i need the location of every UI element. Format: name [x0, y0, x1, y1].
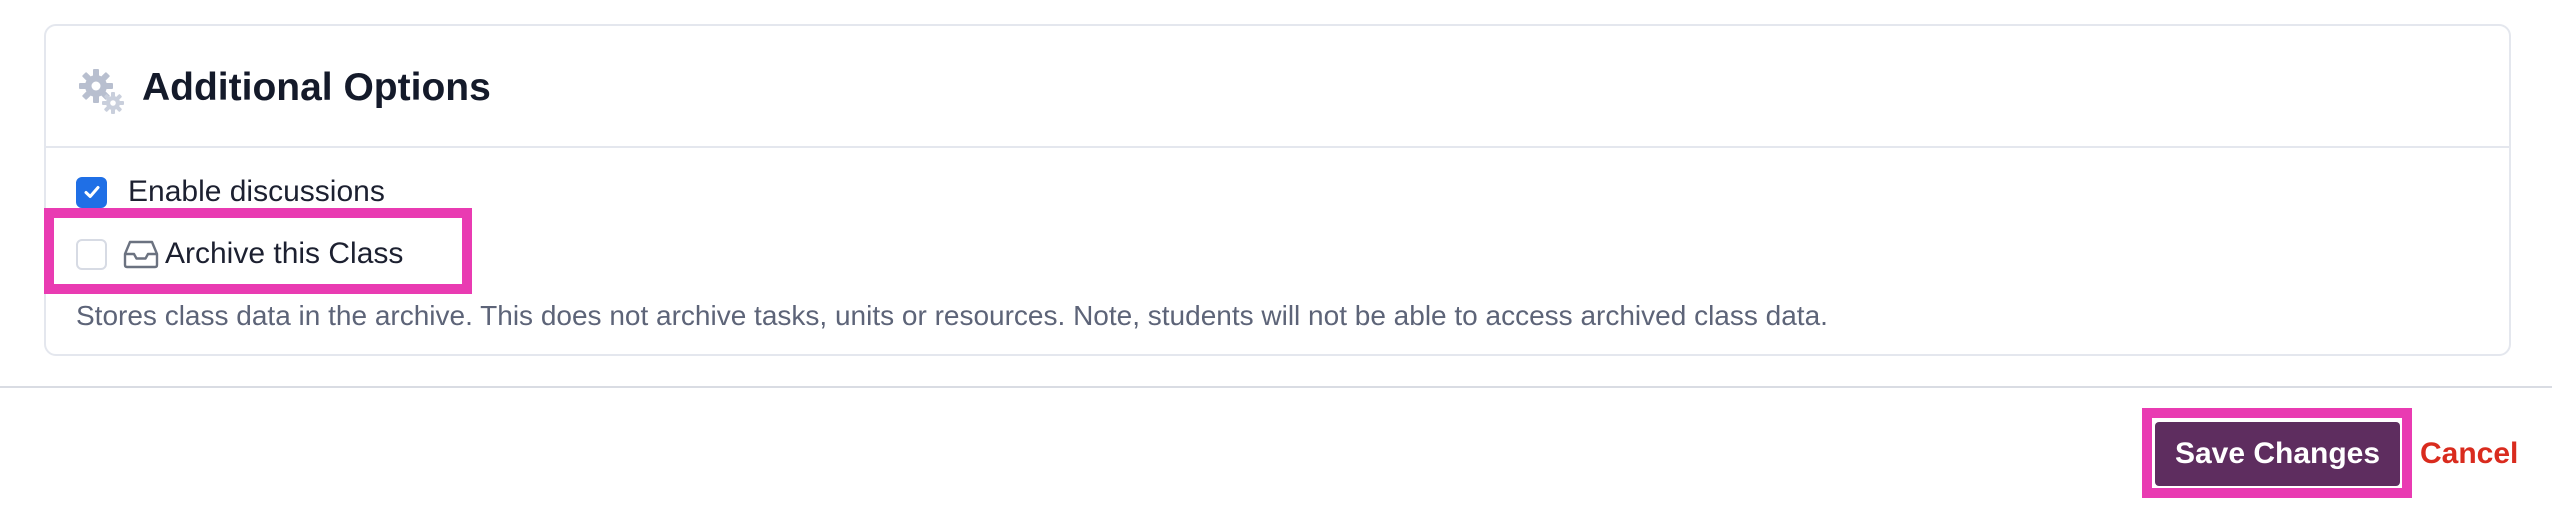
archive-class-label: Archive this Class	[165, 237, 404, 270]
checkmark-icon	[84, 186, 99, 198]
card-header: Additional Options	[46, 26, 2509, 148]
enable-discussions-checkbox[interactable]	[76, 176, 107, 208]
enable-discussions-row[interactable]: Enable discussions	[76, 172, 385, 212]
archive-class-row[interactable]: Archive this Class	[76, 234, 403, 274]
archive-help-text: Stores class data in the archive. This d…	[76, 300, 1828, 331]
cancel-link[interactable]: Cancel	[2420, 432, 2518, 476]
footer-divider	[0, 386, 2552, 388]
gears-icon	[76, 66, 126, 116]
additional-options-card: Additional Options Enable discussions Ar…	[44, 24, 2511, 356]
enable-discussions-label: Enable discussions	[128, 175, 385, 208]
inbox-icon	[123, 239, 159, 269]
save-changes-button[interactable]: Save Changes	[2155, 422, 2400, 486]
section-title: Additional Options	[142, 66, 491, 109]
archive-class-checkbox[interactable]	[76, 238, 107, 270]
